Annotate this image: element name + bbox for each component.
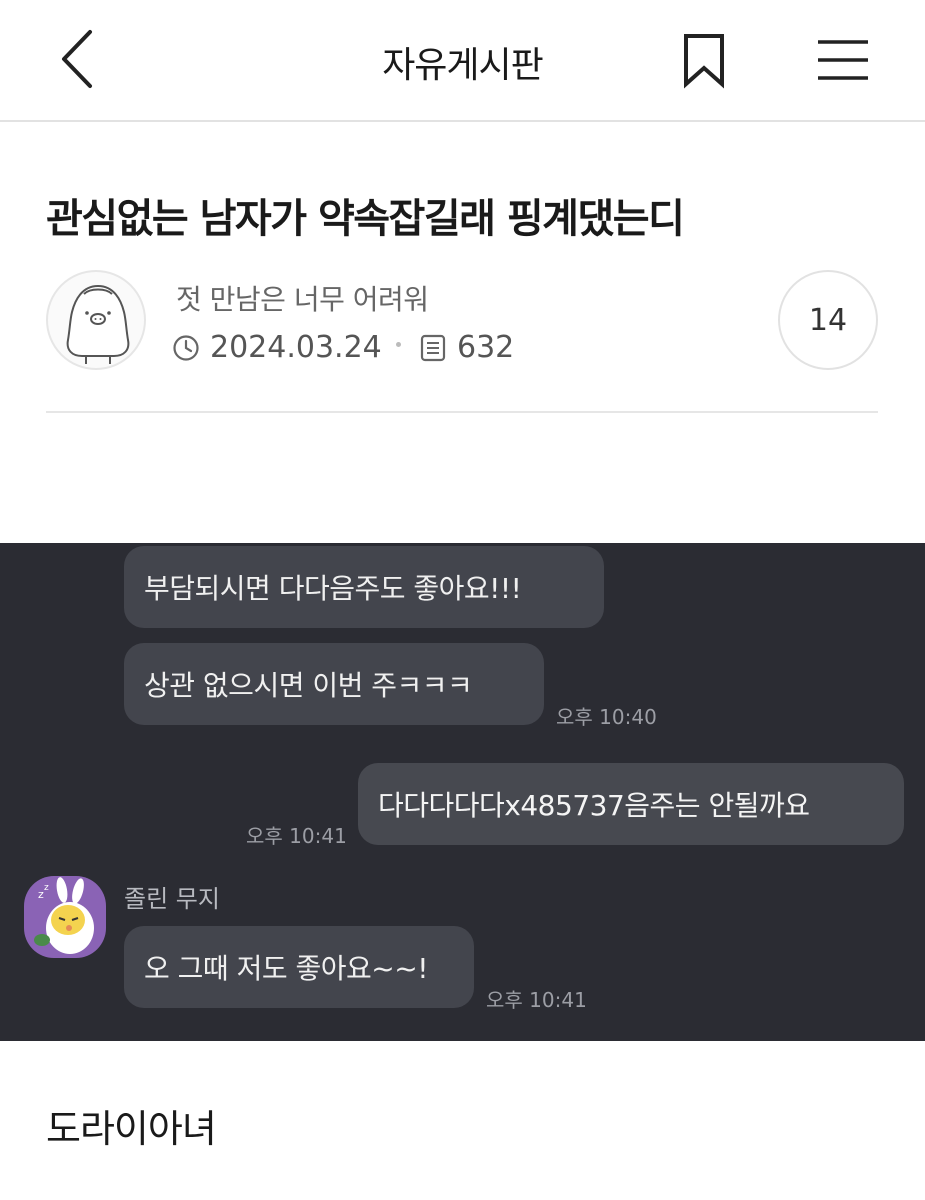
author-name[interactable]: 젓 만남은 너무 어려워 xyxy=(176,278,429,318)
top-bar: 자유게시판 xyxy=(0,0,925,122)
divider xyxy=(46,411,878,413)
sender-avatar: z z xyxy=(24,876,106,958)
message-time: 오후 10:41 xyxy=(486,988,587,1012)
penguin-avatar-icon xyxy=(66,284,130,364)
back-button[interactable] xyxy=(46,26,106,92)
board-title: 자유게시판 xyxy=(382,45,544,86)
bookmark-icon xyxy=(684,34,724,89)
view-count: 632 xyxy=(457,330,515,365)
post-date: 2024.03.24 xyxy=(210,330,382,365)
clock-icon xyxy=(173,335,199,361)
menu-button[interactable] xyxy=(814,36,872,84)
chat-bubble: 오 그때 저도 좋아요~~! xyxy=(124,926,474,1008)
sender-name: 졸린 무지 xyxy=(124,885,220,913)
post-title: 관심없는 남자가 약속잡길래 핑계댔는디 xyxy=(46,196,685,242)
chat-bubble: 부담되시면 다다음주도 좋아요!!! xyxy=(124,546,604,628)
hamburger-menu-icon xyxy=(818,40,868,80)
bookmark-button[interactable] xyxy=(680,32,728,90)
meta-separator-dot xyxy=(396,342,401,347)
chat-bubble: 상관 없으시면 이번 주ㅋㅋㅋ xyxy=(124,643,544,725)
back-chevron-icon xyxy=(62,30,92,88)
author-avatar[interactable] xyxy=(46,270,146,370)
post-body-text: 도라이아녀 xyxy=(46,1107,217,1151)
message-time: 오후 10:40 xyxy=(556,705,657,729)
message-time: 오후 10:41 xyxy=(246,824,347,848)
app: 자유게시판 관심없는 남자가 약속잡길래 핑계댔는디 젓 만남은 너무 어려워 … xyxy=(0,0,925,1200)
sleepy-muzi-avatar-icon: z z xyxy=(34,877,94,954)
svg-text:z: z xyxy=(44,883,49,893)
document-icon xyxy=(420,334,446,362)
chat-screenshot-image: 부담되시면 다다음주도 좋아요!!! 상관 없으시면 이번 주ㅋㅋㅋ 오후 10… xyxy=(0,543,925,1041)
comment-count-button[interactable]: 14 xyxy=(778,270,878,370)
chat-bubble: 다다다다다x485737음주는 안될까요 xyxy=(358,763,904,845)
